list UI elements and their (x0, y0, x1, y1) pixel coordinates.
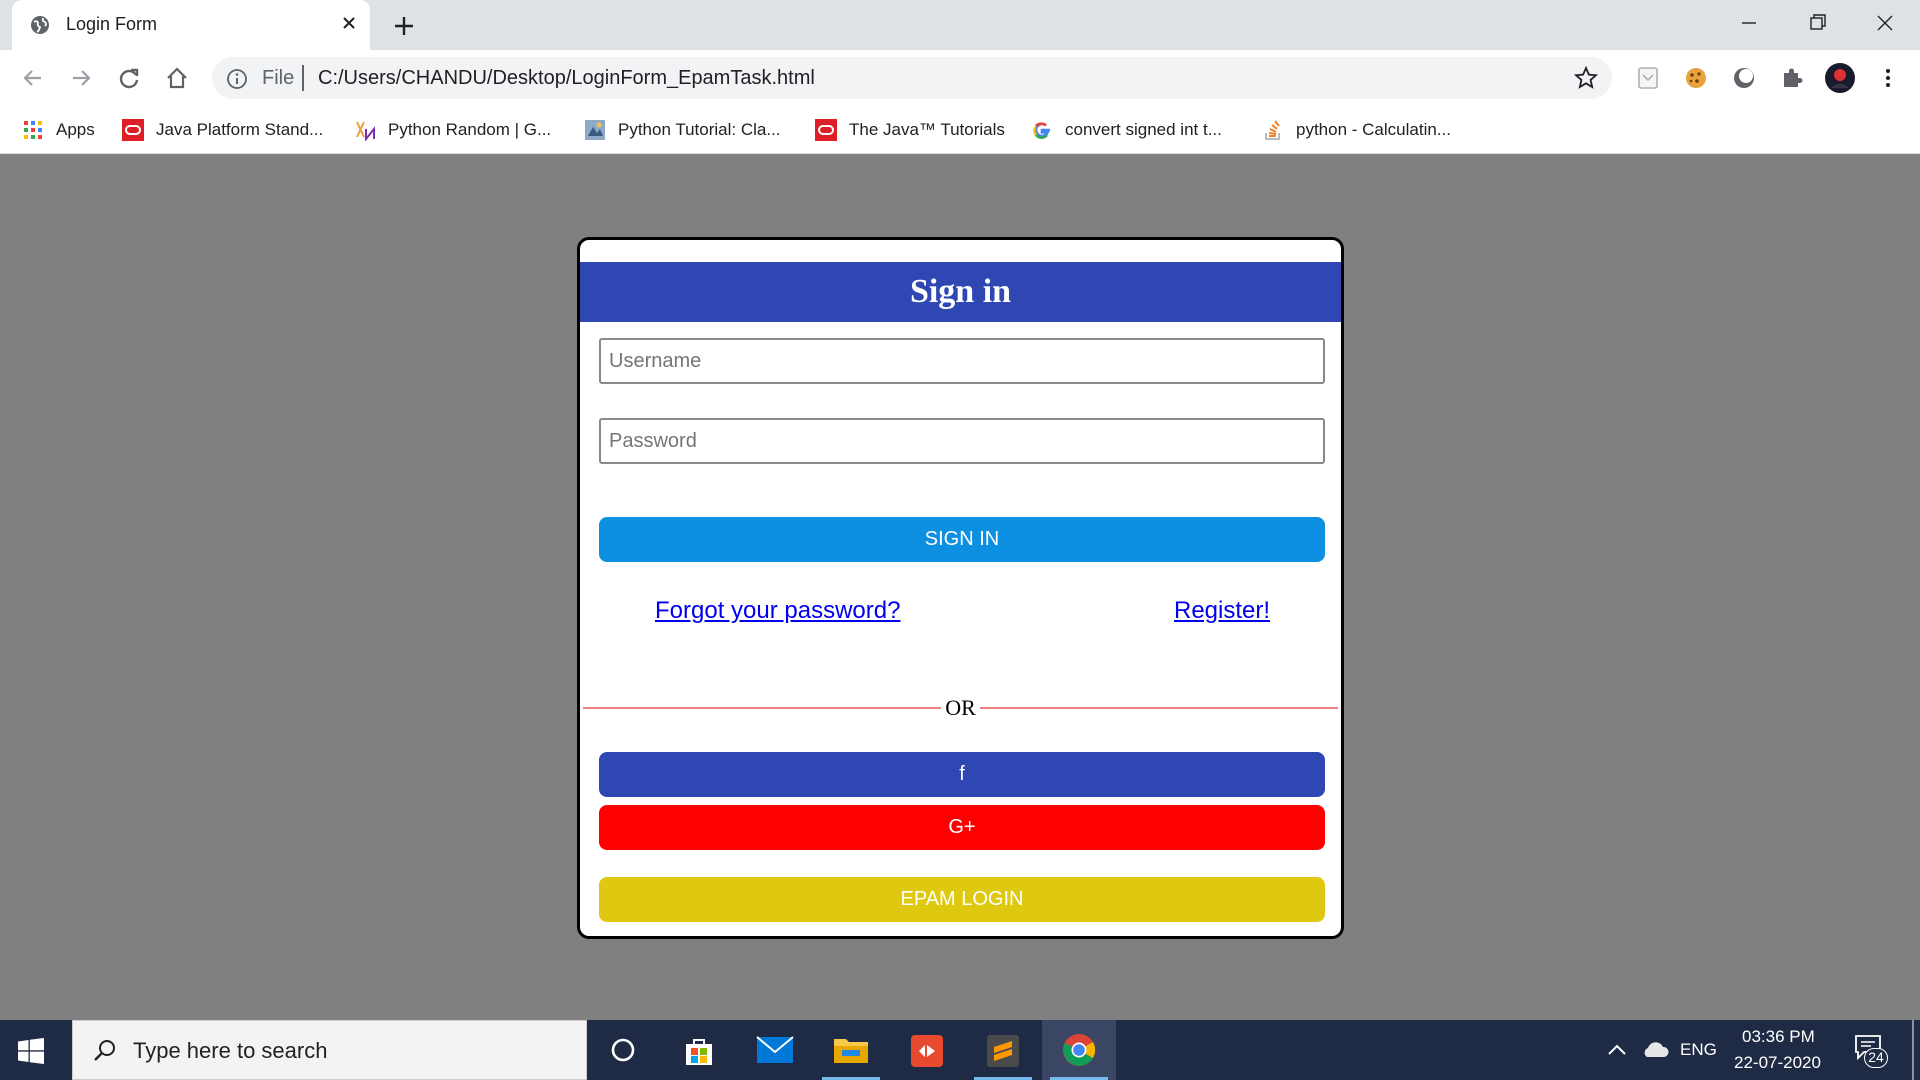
taskbar-sublime-text[interactable] (966, 1020, 1040, 1080)
restore-icon[interactable] (1800, 8, 1834, 38)
apps-grid-icon (24, 121, 42, 139)
bookmark-label: Apps (56, 120, 95, 139)
clock-time[interactable]: 03:36 PM (1742, 1027, 1815, 1047)
facebook-login-button[interactable]: f (599, 752, 1325, 797)
minimize-icon[interactable] (1732, 8, 1766, 38)
address-bar[interactable]: File C:/Users/CHANDU/Desktop/LoginForm_E… (212, 57, 1612, 99)
taskbar-store[interactable] (662, 1020, 736, 1080)
info-icon[interactable] (226, 68, 248, 90)
bookmark-convert-signed-int[interactable]: convert signed int t... (1031, 116, 1222, 144)
oracle-icon (815, 119, 837, 141)
username-input[interactable] (599, 338, 1325, 384)
bookmark-star-icon[interactable] (1574, 66, 1598, 90)
mail-icon (756, 1036, 794, 1063)
git-client-icon (911, 1035, 943, 1067)
bookmark-label: Python Tutorial: Cla... (618, 120, 781, 139)
python-course-icon (585, 120, 605, 140)
register-link[interactable]: Register! (1174, 597, 1270, 625)
bookmark-apps[interactable]: Apps (22, 116, 95, 144)
bookmark-python-calculating[interactable]: python - Calculatin... (1262, 116, 1451, 144)
google-icon (1033, 122, 1050, 139)
notification-count-badge: 24 (1864, 1048, 1888, 1068)
bookmark-python-random[interactable]: Python Random | G... (354, 116, 551, 144)
oracle-icon (122, 119, 144, 141)
cortana-icon (611, 1038, 635, 1062)
bookmark-java-tutorials[interactable]: The Java™ Tutorials (815, 116, 1005, 144)
chrome-icon (1063, 1034, 1096, 1066)
browser-toolbar: File C:/Users/CHANDU/Desktop/LoginForm_E… (0, 50, 1920, 106)
taskbar-mail[interactable] (738, 1020, 812, 1080)
folder-icon (834, 1039, 868, 1063)
bookmark-label: Python Random | G... (388, 120, 552, 139)
show-desktop-button[interactable] (1912, 1020, 1914, 1080)
onedrive-cloud-icon[interactable] (1640, 1038, 1670, 1060)
extensions-puzzle-icon[interactable] (1778, 64, 1806, 92)
windows-taskbar: Type here to search ENG 03:36 PM 22-07-2… (0, 1020, 1920, 1080)
cortana-button[interactable] (586, 1020, 660, 1080)
or-label: OR (941, 695, 980, 720)
reload-icon[interactable] (114, 63, 144, 93)
search-placeholder: Type here to search (133, 1038, 328, 1063)
sign-in-button[interactable]: SIGN IN (599, 517, 1325, 562)
menu-kebab-icon[interactable] (1874, 64, 1902, 92)
clock-date[interactable]: 22-07-2020 (1734, 1053, 1821, 1073)
stackoverflow-icon (1265, 120, 1280, 140)
close-window-icon[interactable] (1868, 8, 1902, 38)
home-icon[interactable] (162, 63, 192, 93)
sublime-text-icon (987, 1035, 1019, 1067)
dark-mode-extension-icon[interactable] (1730, 64, 1758, 92)
close-tab-icon[interactable] (338, 12, 360, 34)
forgot-password-link[interactable]: Forgot your password? (655, 597, 900, 625)
extension-doc-icon[interactable] (1634, 64, 1662, 92)
store-icon (686, 1039, 712, 1065)
bookmark-java-platform[interactable]: Java Platform Stand... (122, 116, 323, 144)
bookmark-python-tutorial[interactable]: Python Tutorial: Cla... (584, 116, 781, 144)
taskbar-file-explorer[interactable] (814, 1020, 888, 1080)
or-divider: OR (580, 695, 1341, 721)
geeksforgeeks-icon (356, 121, 375, 141)
bookmark-label: python - Calculatin... (1296, 120, 1451, 139)
bookmark-label: convert signed int t... (1065, 120, 1222, 139)
search-icon (94, 1040, 115, 1061)
forward-icon[interactable] (66, 63, 96, 93)
notification-center[interactable]: 24 (1852, 1034, 1888, 1068)
bookmark-label: The Java™ Tutorials (849, 120, 1005, 139)
globe-icon (31, 16, 49, 34)
tab-title: Login Form (66, 14, 158, 34)
bookmarks-bar: Apps Java Platform Stand... Python Rando… (0, 106, 1920, 154)
scheme-label: File (262, 67, 295, 89)
profile-avatar[interactable] (1824, 62, 1856, 94)
cookie-extension-icon[interactable] (1682, 64, 1710, 92)
bookmark-label: Java Platform Stand... (156, 120, 324, 139)
url-text[interactable]: C:/Users/CHANDU/Desktop/LoginForm_EpamTa… (318, 67, 815, 90)
back-icon[interactable] (18, 63, 48, 93)
password-input[interactable] (599, 418, 1325, 464)
login-card: Sign in SIGN IN Forgot your password? Re… (577, 237, 1344, 939)
epam-login-button[interactable]: EPAM LOGIN (599, 877, 1325, 922)
omnibox-separator (302, 65, 304, 91)
browser-tab[interactable]: Login Form (12, 0, 370, 50)
taskbar-search[interactable]: Type here to search (72, 1020, 587, 1080)
windows-start-icon[interactable] (18, 1038, 44, 1064)
sign-in-heading: Sign in (580, 262, 1341, 322)
taskbar-chrome[interactable] (1042, 1020, 1116, 1080)
tab-strip: Login Form (0, 0, 1920, 50)
new-tab-icon[interactable] (390, 12, 418, 40)
taskbar-git-app[interactable] (890, 1020, 964, 1080)
tray-chevron-up-icon[interactable] (1606, 1040, 1628, 1060)
language-indicator[interactable]: ENG (1680, 1040, 1717, 1060)
google-plus-login-button[interactable]: G+ (599, 805, 1325, 850)
